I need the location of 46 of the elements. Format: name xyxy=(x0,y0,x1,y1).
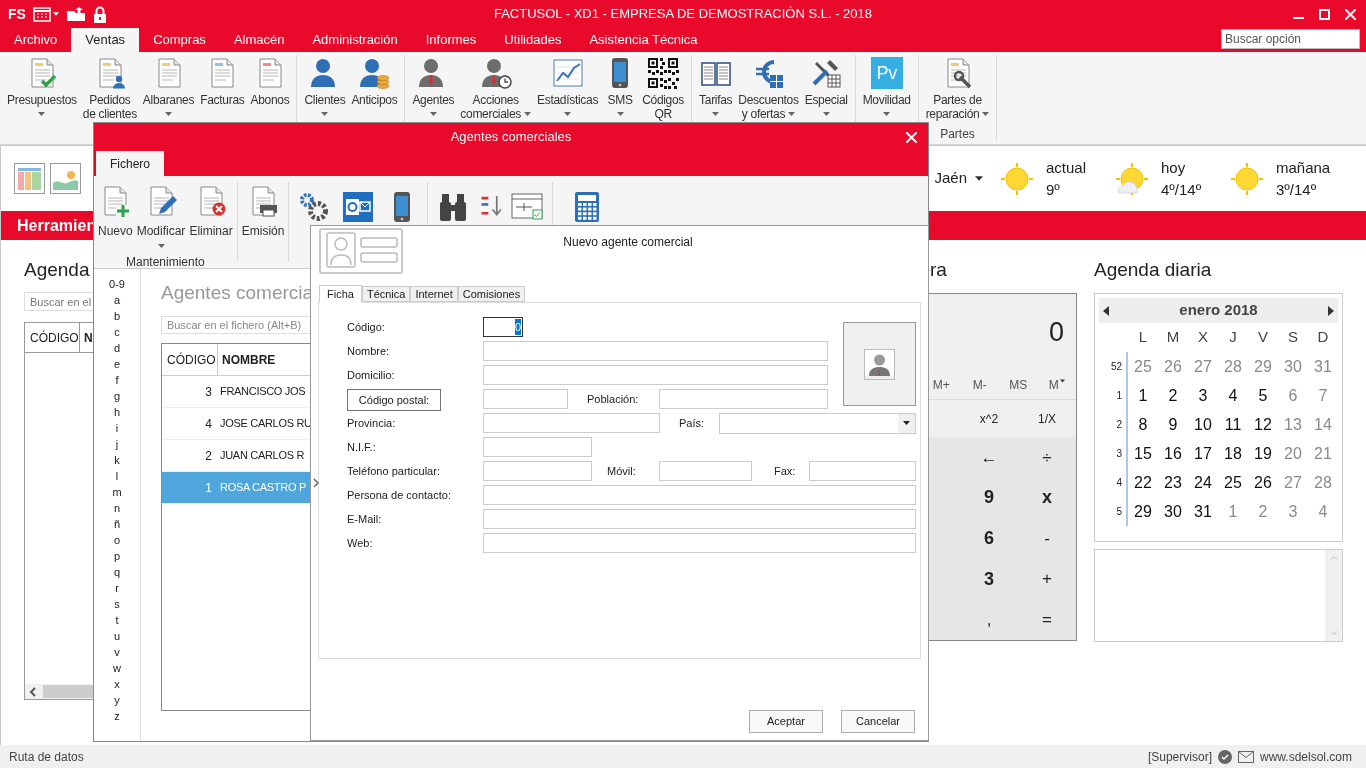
section-heading: ra xyxy=(929,258,948,282)
temperature: 3º/14º xyxy=(1276,179,1318,200)
week-number: 1 xyxy=(1115,389,1123,403)
weekday-label: J xyxy=(1228,327,1238,348)
weekday-label: S xyxy=(1287,327,1299,348)
field-label: Domicilio: xyxy=(347,367,396,383)
field-label: País: xyxy=(679,415,706,431)
week-number: 4 xyxy=(1115,476,1123,490)
group-label: Mantenimiento xyxy=(125,254,206,269)
field-label: Persona de contacto: xyxy=(347,487,452,503)
weather-label: hoy xyxy=(1161,157,1187,178)
weekday-label: X xyxy=(1197,327,1209,348)
section-heading: Agenda xyxy=(24,258,90,282)
calendar-month: enero 2018 xyxy=(1178,300,1259,321)
field-label: Código: xyxy=(347,319,386,335)
window-title: FACTUSOL - XD1 - EMPRESA DE DEMOSTRACIÓN S.L. - 2018 xyxy=(493,5,873,24)
field-label: Móvil: xyxy=(607,463,637,479)
group-label: Partes xyxy=(939,126,976,141)
week-number: 5 xyxy=(1115,505,1123,519)
dialog-title: Nuevo agente comercial xyxy=(563,234,693,251)
weather-label: actual xyxy=(1046,157,1088,178)
window-title: Agentes comerciales xyxy=(450,128,572,147)
field-label: N.I.F.: xyxy=(347,439,377,455)
field-label: Fax: xyxy=(774,463,797,479)
week-number: 3 xyxy=(1115,447,1123,461)
user-label: [Supervisor] xyxy=(1147,748,1212,766)
field-label: Teléfono particular: xyxy=(347,463,441,479)
tile-icon: Pv xyxy=(870,57,903,89)
weather-label: mañana xyxy=(1276,157,1328,178)
temperature: 4º/14º xyxy=(1161,179,1203,200)
weekday-label: V xyxy=(1257,327,1269,348)
weekday-label: D xyxy=(1316,327,1330,348)
section-heading: Herramien xyxy=(17,215,97,236)
field-label: Población: xyxy=(587,391,640,407)
field-label: Nombre: xyxy=(347,343,391,359)
field-label: Provincia: xyxy=(347,415,397,431)
weekday-label: M xyxy=(1165,327,1181,348)
temperature: 9º xyxy=(1046,179,1061,200)
week-number: 52 xyxy=(1109,360,1123,374)
field-label: Web: xyxy=(347,535,374,551)
weekday-label: L xyxy=(1137,327,1149,348)
status-text: Ruta de datos xyxy=(9,748,84,766)
field-label: E-Mail: xyxy=(347,511,383,527)
week-number: 2 xyxy=(1115,418,1123,432)
calculator-display: 0 xyxy=(1048,315,1064,349)
section-heading: Agenda diaria xyxy=(1094,258,1213,282)
